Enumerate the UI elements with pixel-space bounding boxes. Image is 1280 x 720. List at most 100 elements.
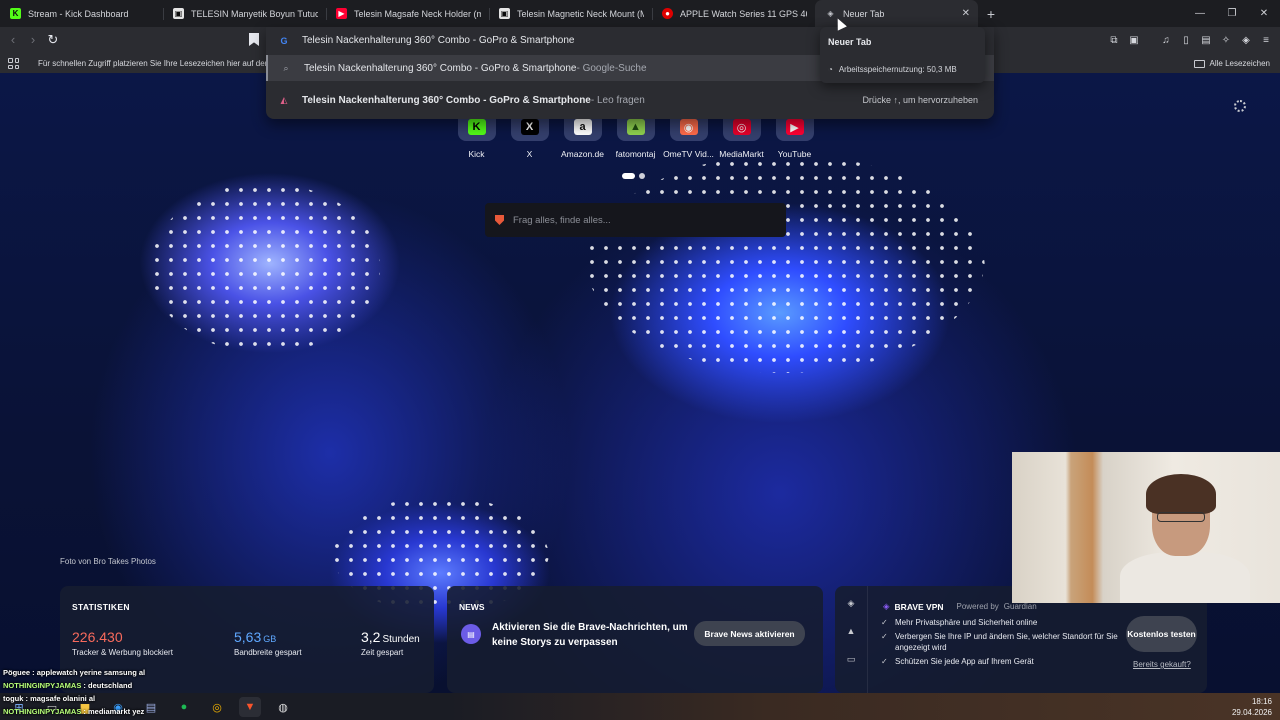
- search-input[interactable]: [513, 214, 763, 226]
- bookmarks-hint: Für schnellen Zugriff platzieren Sie Ihr…: [38, 59, 268, 68]
- guardian-logo: Guardian: [1003, 602, 1037, 611]
- gauge-icon: ◔: [828, 65, 833, 74]
- tab-apple-watch[interactable]: ● APPLE Watch Series 11 GPS 46, 2025: [652, 0, 815, 27]
- all-bookmarks-button[interactable]: Alle Lesezeichen: [1193, 59, 1270, 68]
- vpn-heading: BRAVE VPN: [894, 601, 944, 612]
- memory-usage-text: Arbeitsspeichernutzung: 50,3 MB: [838, 65, 957, 74]
- new-tab-button[interactable]: +: [978, 6, 1004, 22]
- leo-icon[interactable]: ✧: [1216, 33, 1236, 49]
- tab-telesin-tr[interactable]: ▣ TELESIN Manyetik Boyun Tutucu, Tele: [163, 0, 326, 27]
- android-icon: ▲: [626, 119, 645, 135]
- shortcut-label: X: [526, 149, 533, 159]
- amazon-icon: a: [573, 119, 592, 135]
- suggestion-suffix: - Leo fragen: [590, 94, 645, 106]
- brave-logo-icon: [495, 215, 504, 225]
- memory-usage: ◔ Arbeitsspeichernutzung: 50,3 MB: [828, 65, 957, 74]
- shortcut-youtube[interactable]: ▶ YouTube: [768, 113, 821, 159]
- webcam-overlay: [1012, 452, 1280, 603]
- time-label: Zeit gespart: [361, 648, 404, 657]
- person-hair: [1146, 474, 1216, 514]
- shortcut-label: OmeTV Vid...: [663, 149, 714, 159]
- search-box[interactable]: [485, 203, 786, 237]
- reload-icon[interactable]: ↻: [45, 32, 61, 48]
- tab-title: TELESIN Manyetik Boyun Tutucu, Tele: [191, 8, 318, 19]
- bandwidth-value: 5,63: [234, 629, 262, 645]
- back-icon[interactable]: ‹: [5, 32, 21, 48]
- wallet-icon[interactable]: ▤: [1196, 33, 1216, 49]
- shortcut-fatomontaj[interactable]: ▲ fatomontaj: [609, 113, 662, 159]
- talk-icon[interactable]: ▭: [835, 654, 867, 670]
- screenshot-icon[interactable]: ▣: [1124, 33, 1144, 49]
- news-text: Aktivieren Sie die Brave-Nachrichten, um…: [492, 622, 688, 648]
- shortcut-kick[interactable]: K Kick: [450, 113, 503, 159]
- minimize-button[interactable]: —: [1184, 0, 1216, 27]
- tab-telesin-youtube[interactable]: ▶ Telesin Magsafe Neck Holder (manye: [326, 0, 489, 27]
- tab-title: Stream - Kick Dashboard: [28, 8, 129, 19]
- tab-strip: K Stream - Kick Dashboard ▣ TELESIN Many…: [0, 0, 1280, 27]
- tab-telesin-magnetic[interactable]: ▣ Telesin Magnetic Neck Mount (Magse: [489, 0, 652, 27]
- forward-icon[interactable]: ›: [25, 32, 41, 48]
- stream-chat-overlay: Pöguee : applewatch yerine samsung al NO…: [0, 666, 250, 718]
- restore-button[interactable]: ❐: [1216, 0, 1248, 27]
- rewards-icon[interactable]: ▲: [835, 626, 867, 642]
- obs-icon[interactable]: ◍: [272, 697, 294, 717]
- suggestion-leo[interactable]: ◭ Telesin Nackenhalterung 360° Combo - G…: [266, 87, 994, 113]
- brave-shield-icon: ◈: [827, 9, 834, 18]
- pager-dot-active[interactable]: [622, 173, 635, 179]
- address-input[interactable]: Telesin Nackenhalterung 360° Combo - GoP…: [302, 35, 574, 46]
- bookmark-icon[interactable]: [249, 33, 259, 46]
- time-value: 3,2: [361, 629, 381, 645]
- shortcut-label: fatomontaj: [615, 149, 656, 159]
- mediamarkt-icon: ◎: [732, 119, 751, 135]
- system-clock[interactable]: 18:16 29.04.2026: [1232, 696, 1272, 718]
- widget-switcher: ◈ ▲ ▭: [835, 586, 868, 693]
- google-icon: G: [280, 35, 288, 46]
- already-purchased-link[interactable]: Bereits gekauft?: [1133, 660, 1191, 669]
- news-heading: NEWS: [459, 602, 485, 612]
- photo-credit[interactable]: Foto von Bro Takes Photos: [60, 557, 156, 566]
- tab-kick-dashboard[interactable]: K Stream - Kick Dashboard: [0, 0, 163, 27]
- shortcut-amazon[interactable]: a Amazon.de: [556, 113, 609, 159]
- top-sites-pager: [622, 173, 645, 179]
- chat-user: NOTHINGINPYJAMAS: [3, 707, 82, 716]
- chat-text: : deutschland: [81, 681, 133, 690]
- apps-icon[interactable]: [8, 58, 19, 69]
- try-free-button[interactable]: Kostenlos testen: [1126, 616, 1197, 652]
- tab-title: Neuer Tab: [843, 8, 885, 19]
- vpn-features: Mehr Privatsphäre und Sicherheit online …: [881, 617, 1121, 669]
- vpn-logo-icon: ◈: [883, 601, 890, 611]
- close-window-button[interactable]: ✕: [1248, 0, 1280, 27]
- window-controls: — ❐ ✕: [1184, 0, 1280, 27]
- x-icon: X: [520, 119, 539, 135]
- suggestion-suffix: - Google-Suche: [576, 62, 647, 74]
- chat-message: NOTHINGINPYJAMAS : deutschland: [0, 679, 250, 692]
- vpn-icon[interactable]: ◈: [1236, 33, 1256, 49]
- shortcut-ometv[interactable]: ◉ OmeTV Vid...: [662, 113, 715, 159]
- ometv-icon: ◉: [679, 119, 698, 135]
- bandwidth-label: Bandbreite gespart: [234, 648, 302, 657]
- hover-card-title: Neuer Tab: [828, 37, 872, 47]
- news-icon: ▤: [461, 624, 481, 644]
- sidebar-icon[interactable]: ▯: [1176, 33, 1196, 49]
- toolbar-actions: ⧉ ▣ ♫ ▯ ▤ ✧ ◈ ≡: [1104, 33, 1276, 49]
- close-tab-icon[interactable]: ✕: [962, 8, 970, 19]
- chat-user: NOTHINGINPYJAMAS: [3, 681, 82, 690]
- trackers-value: 226.430: [72, 629, 123, 645]
- vpn-feature: Schützen Sie jede App auf Ihrem Gerät: [881, 656, 1121, 668]
- clock-time: 18:16: [1251, 697, 1272, 706]
- vpn-shield-icon[interactable]: ◈: [835, 598, 867, 614]
- tab-title: Telesin Magnetic Neck Mount (Magse: [517, 8, 644, 19]
- pager-dot[interactable]: [639, 173, 645, 179]
- mediamarkt-icon: ●: [662, 8, 673, 19]
- leo-icon: ◭: [280, 94, 288, 105]
- media-icon[interactable]: ♫: [1156, 33, 1176, 49]
- extensions-icon[interactable]: ⧉: [1104, 33, 1124, 49]
- enable-news-button[interactable]: Brave News aktivieren: [694, 621, 805, 646]
- chat-message: NOTHINGINPYJAMAS : mediamarkt yez: [0, 705, 250, 718]
- shortcut-label: MediaMarkt: [719, 149, 764, 159]
- shortcut-mediamarkt[interactable]: ◎ MediaMarkt: [715, 113, 768, 159]
- settings-gear-icon[interactable]: [1234, 100, 1246, 112]
- menu-icon[interactable]: ≡: [1256, 33, 1276, 49]
- clock-date: 29.04.2026: [1231, 708, 1272, 717]
- shortcut-x[interactable]: X X: [503, 113, 556, 159]
